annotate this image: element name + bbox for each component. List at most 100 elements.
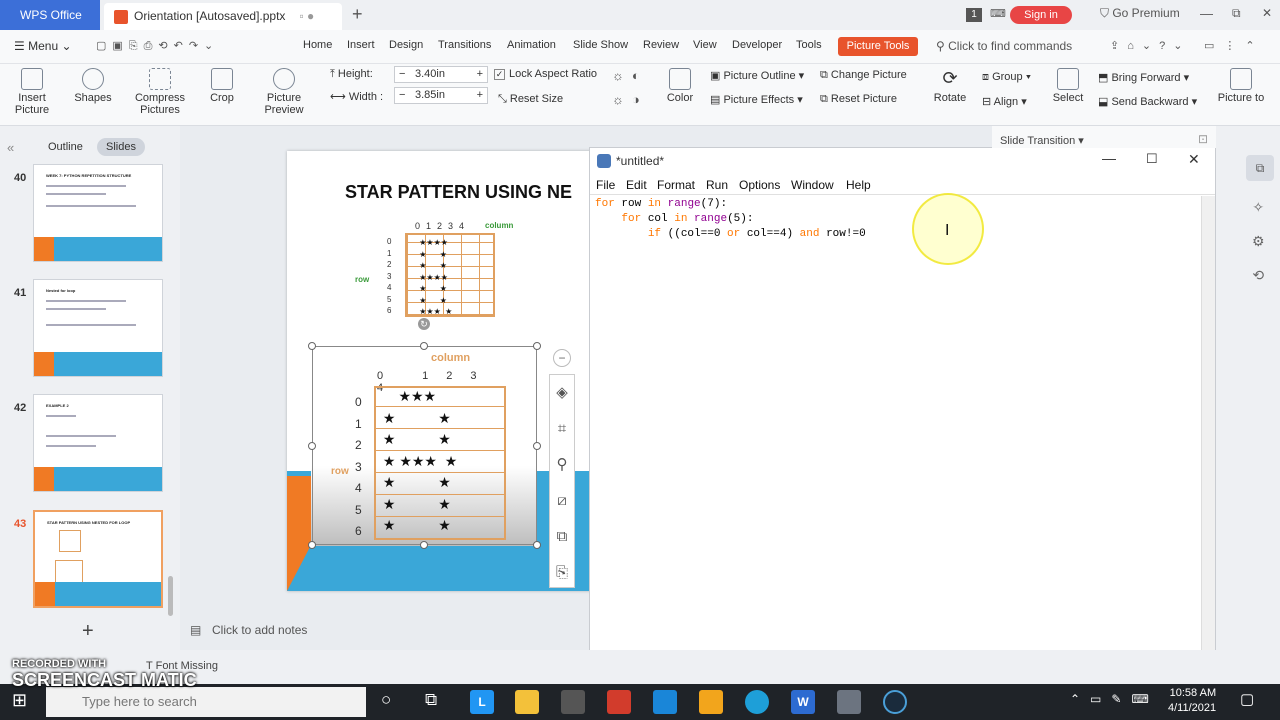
editor-scrollbar[interactable]	[1201, 196, 1215, 686]
new-tab-icon[interactable]: +	[352, 4, 363, 25]
idle-menu-edit[interactable]: Edit	[626, 178, 647, 192]
quick-access-toolbar[interactable]: ▢▣⎘⎙⟲↶↷⌄	[96, 39, 219, 53]
app-l-icon[interactable]: L	[470, 690, 494, 714]
resize-handle[interactable]	[533, 442, 541, 450]
shapes-button[interactable]: Shapes	[70, 68, 116, 104]
layers-icon[interactable]: ◈	[550, 375, 574, 411]
idle-menu-help[interactable]: Help	[846, 178, 871, 192]
notes-area[interactable]: ▤ Click to add notes	[180, 618, 590, 646]
resize-handle[interactable]	[533, 541, 541, 549]
taskbar-search[interactable]: Type here to search	[46, 687, 366, 717]
tab-developer[interactable]: Developer	[732, 39, 782, 51]
windows-start-icon[interactable]: ⊞	[12, 690, 27, 711]
idle-menu-file[interactable]: File	[596, 178, 615, 192]
align-button[interactable]: ⊟ Align ▾	[982, 95, 1027, 108]
notifications-icon[interactable]: ▢	[1240, 690, 1254, 708]
resize-handle[interactable]	[308, 442, 316, 450]
picture-ocr-icon[interactable]: ⎘	[550, 555, 574, 591]
select-button[interactable]: Select	[1048, 68, 1088, 104]
tab-design[interactable]: Design	[389, 39, 423, 51]
replace-picture-icon[interactable]: ⧉	[550, 519, 574, 555]
mail-icon[interactable]	[653, 690, 677, 714]
idle-menu-run[interactable]: Run	[706, 178, 728, 192]
system-tray-icons[interactable]: ⌃▭✎⌨	[1070, 692, 1159, 706]
maximize-icon[interactable]: ☐	[1146, 151, 1158, 167]
idle-menu-options[interactable]: Options	[739, 178, 780, 192]
python-idle-icon[interactable]	[837, 690, 861, 714]
restore-icon[interactable]: ⧉	[1232, 6, 1241, 21]
tab-slide-show[interactable]: Slide Show	[573, 39, 628, 51]
picture-preview-button[interactable]: Picture Preview	[246, 68, 322, 116]
compress-pictures-button[interactable]: Compress Pictures	[132, 68, 188, 116]
increment-icon[interactable]: +	[477, 88, 483, 103]
tab-view[interactable]: View	[693, 39, 717, 51]
tab-animation[interactable]: Animation	[507, 39, 556, 51]
decrement-icon[interactable]: −	[399, 88, 405, 103]
picture-effects-button[interactable]: ▤ Picture Effects ▾	[710, 93, 803, 106]
collapse-toolbar-icon[interactable]: −	[553, 349, 571, 367]
kb-icon[interactable]: ⌨	[990, 7, 1006, 20]
collapse-panel-icon[interactable]: «	[7, 140, 14, 155]
height-input[interactable]: −3.40in +	[394, 66, 488, 83]
code-line[interactable]: for row in range(7):	[595, 197, 866, 212]
slide-transition-header[interactable]: Slide Transition ▾	[992, 126, 1232, 148]
contrast-icons[interactable]: ☼◑	[612, 92, 648, 107]
zoom-icon[interactable]: ⚲	[550, 447, 574, 483]
app-red-icon[interactable]	[607, 690, 631, 714]
comment-icons[interactable]: ▭⋮⌃	[1204, 39, 1265, 52]
brightness-icons[interactable]: ☼◐	[612, 68, 648, 83]
increment-icon[interactable]: +	[477, 67, 483, 82]
color-button[interactable]: Color	[662, 68, 698, 104]
code-line[interactable]: for col in range(5):	[595, 212, 866, 227]
resize-handle[interactable]	[420, 541, 428, 549]
store-icon[interactable]	[561, 690, 585, 714]
wps-icon[interactable]	[699, 690, 723, 714]
picture-outline-button[interactable]: ▣ Picture Outline ▾	[710, 69, 804, 82]
rotate-handle-icon[interactable]: ↻	[418, 318, 430, 330]
resize-handle[interactable]	[420, 342, 428, 350]
task-view-icon[interactable]: ⧉	[425, 690, 437, 710]
tab-close-icon[interactable]: ▫ ●	[299, 9, 314, 23]
slide-thumbnail-43[interactable]: STAR PATTERN USING NESTED FOR LOOP	[33, 510, 163, 608]
close-icon[interactable]: ✕	[1262, 6, 1272, 20]
tab-picture-tools[interactable]: Picture Tools	[838, 37, 918, 56]
tab-slides[interactable]: Slides	[97, 138, 145, 156]
tab-review[interactable]: Review	[643, 39, 679, 51]
screencast-icon[interactable]	[883, 690, 907, 714]
resize-handle[interactable]	[533, 342, 541, 350]
panel-scrollbar[interactable]	[168, 576, 173, 616]
tab-outline[interactable]: Outline	[48, 141, 83, 153]
crop-button[interactable]: Crop	[204, 68, 240, 104]
lock-icon[interactable]: ⊡	[1198, 132, 1208, 146]
minimize-icon[interactable]: —	[1102, 150, 1116, 166]
slide-thumbnail-42[interactable]: EXAMPLE 2	[33, 394, 163, 492]
lock-aspect-checkbox[interactable]: ✓ Lock Aspect Ratio	[494, 68, 597, 80]
tab-transitions[interactable]: Transitions	[438, 39, 491, 51]
decrement-icon[interactable]: −	[399, 67, 405, 82]
settings-icon[interactable]: ⚙	[1252, 224, 1265, 258]
tab-insert[interactable]: Insert	[347, 39, 375, 51]
clock[interactable]: 10:58 AM 4/11/2021	[1168, 686, 1216, 716]
sign-in-button[interactable]: Sign in	[1010, 6, 1072, 24]
rotate-button[interactable]: ⟳ Rotate	[930, 68, 970, 104]
add-slide-icon[interactable]: +	[82, 620, 94, 643]
code-line[interactable]: if ((col==0 or col==4) and row!=0	[595, 227, 866, 242]
code-editor[interactable]: for row in range(7): for col in range(5)…	[595, 197, 866, 242]
tab-home[interactable]: Home	[303, 39, 332, 51]
go-premium-link[interactable]: ⛉ Go Premium	[1100, 6, 1180, 21]
group-button[interactable]: ⧈ Group ▾	[982, 71, 1031, 84]
file-explorer-icon[interactable]	[515, 690, 539, 714]
picture-to-button[interactable]: Picture to	[1214, 68, 1268, 104]
insert-picture-button[interactable]: Insert Picture	[14, 68, 50, 116]
resize-handle[interactable]	[308, 342, 316, 350]
slide-thumbnail-41[interactable]: Nested for loop	[33, 279, 163, 377]
cortana-icon[interactable]: ○	[381, 690, 391, 710]
close-icon[interactable]: ✕	[1188, 151, 1200, 168]
command-search[interactable]: ⚲ Click to find commands	[936, 39, 1072, 53]
wps-office-tab[interactable]: WPS Office	[0, 0, 100, 30]
idle-menu-format[interactable]: Format	[657, 178, 695, 192]
tab-tools[interactable]: Tools	[796, 39, 822, 51]
word-icon[interactable]: W	[791, 690, 815, 714]
crop-icon[interactable]: ⌗	[550, 411, 574, 447]
minimize-icon[interactable]: —	[1200, 6, 1213, 21]
